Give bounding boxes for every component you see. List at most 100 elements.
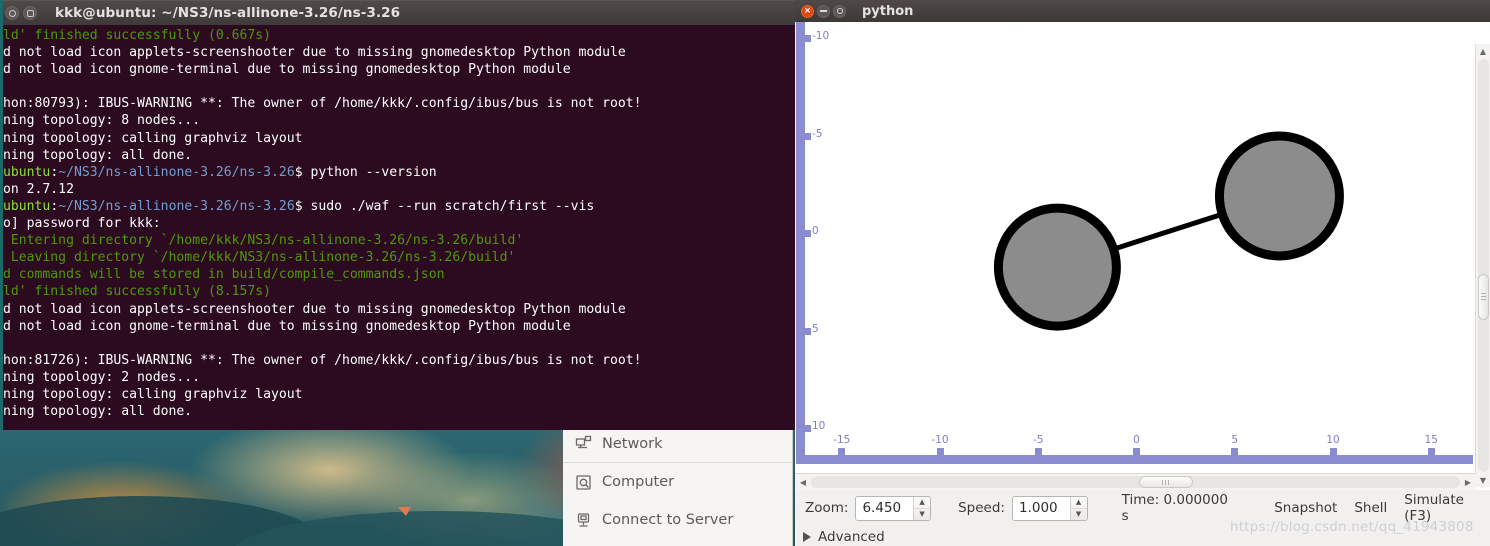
topology-canvas[interactable]: -10 -5 0 5 10 -15 -10 -5 0 5 10 15 xyxy=(795,22,1490,490)
y-tick-label: 10 xyxy=(812,420,826,432)
speed-stepper-buttons[interactable]: ▲ ▼ xyxy=(1069,496,1087,520)
terminal-line: ld' finished successfully (8.157s) xyxy=(3,284,272,300)
terminal-output[interactable]: ld' finished successfully (0.667s) d not … xyxy=(3,25,795,430)
y-axis xyxy=(796,22,805,464)
horizontal-scroll-thumb[interactable] xyxy=(1138,476,1193,488)
zoom-label: Zoom: xyxy=(805,500,849,516)
terminal-window-controls[interactable] xyxy=(5,6,37,20)
screen-root: Network Computer Connect to Server kkk@u… xyxy=(0,0,1490,546)
terminal-minimize-button[interactable] xyxy=(5,6,19,20)
horizontal-scrollbar[interactable]: ◀ ▶ xyxy=(795,473,1476,490)
computer-icon xyxy=(575,474,592,491)
terminal-maximize-button[interactable] xyxy=(23,6,37,20)
netanim-toolbar: Zoom: 6.450 ▲ ▼ Speed: 1.000 ▲ ▼ Time: 0… xyxy=(795,490,1490,526)
advanced-label: Advanced xyxy=(818,529,885,545)
zoom-input[interactable]: 6.450 xyxy=(856,496,914,520)
y-tick: 5 xyxy=(805,323,819,335)
y-tick: 0 xyxy=(805,225,819,237)
scroll-left-icon[interactable]: ◀ xyxy=(795,474,811,491)
zoom-increment-icon[interactable]: ▲ xyxy=(914,497,931,509)
terminal-line: ning topology: 8 nodes... xyxy=(3,113,201,129)
terminal-line: hon:80793): IBUS-WARNING **: The owner o… xyxy=(3,96,642,112)
sidebar-item-connect-to-server[interactable]: Connect to Server xyxy=(563,501,792,539)
vertical-scrollbar[interactable]: ▲ ▼ xyxy=(1475,44,1490,487)
x-tick: 10 xyxy=(1326,434,1340,455)
shell-button[interactable]: Shell xyxy=(1354,500,1387,516)
y-tick-label: -5 xyxy=(812,127,823,140)
horizontal-scroll-track[interactable] xyxy=(811,476,1460,488)
zoom-decrement-icon[interactable]: ▼ xyxy=(914,509,930,520)
terminal-line: ning topology: all done. xyxy=(3,404,193,420)
y-tick-label: -10 xyxy=(812,30,830,42)
network-icon xyxy=(575,435,592,452)
sidebar-item-network[interactable]: Network xyxy=(563,425,792,463)
terminal-window: kkk@ubuntu: ~/NS3/ns-allinone-3.26/ns-3.… xyxy=(0,0,795,430)
terminal-line: on 2.7.12 xyxy=(3,181,74,197)
terminal-line: Entering directory `/home/kkk/NS3/ns-all… xyxy=(3,233,524,249)
close-icon[interactable]: × xyxy=(801,4,814,18)
maximize-icon[interactable] xyxy=(833,4,846,18)
x-tick-label: -15 xyxy=(833,434,851,446)
scroll-right-icon[interactable]: ▶ xyxy=(1460,474,1476,491)
simulation-time-text: Time: 0.000000 s xyxy=(1121,492,1228,524)
x-tick: -10 xyxy=(931,434,949,455)
sidebar-item-computer-label: Computer xyxy=(602,474,675,490)
zoom-stepper[interactable]: 6.450 ▲ ▼ xyxy=(855,495,932,521)
scroll-up-icon[interactable]: ▲ xyxy=(1476,44,1490,58)
x-tick-label: -10 xyxy=(931,434,949,446)
advanced-disclosure[interactable]: Advanced xyxy=(795,528,1490,546)
terminal-line: d not load icon gnome-terminal due to mi… xyxy=(3,62,571,78)
terminal-titlebar[interactable]: kkk@ubuntu: ~/NS3/ns-allinone-3.26/ns-3.… xyxy=(3,0,795,25)
x-axis xyxy=(796,455,1473,464)
minimize-icon[interactable] xyxy=(817,4,830,18)
netanim-title: python xyxy=(862,3,914,19)
x-tick-label: -5 xyxy=(1033,434,1044,446)
netanim-titlebar[interactable]: × python xyxy=(795,0,1490,22)
topology-node[interactable] xyxy=(993,203,1121,331)
x-tick: 5 xyxy=(1231,434,1239,455)
terminal-line: d not load icon applets-screenshooter du… xyxy=(3,45,626,61)
chevron-right-icon xyxy=(803,532,811,542)
topology-graphics xyxy=(993,131,1344,331)
zoom-stepper-buttons[interactable]: ▲ ▼ xyxy=(913,496,931,520)
terminal-line: d not load icon applets-screenshooter du… xyxy=(3,301,626,317)
y-tick-label: 5 xyxy=(812,322,819,335)
snapshot-button[interactable]: Snapshot xyxy=(1274,500,1337,516)
netanim-window-controls[interactable]: × xyxy=(801,4,846,18)
speed-increment-icon[interactable]: ▲ xyxy=(1070,497,1087,509)
simulate-button[interactable]: Simulate (F3) xyxy=(1404,492,1490,524)
x-tick: -5 xyxy=(1033,434,1043,455)
terminal-line: ning topology: 2 nodes... xyxy=(3,369,201,385)
terminal-line: ubuntu:~/NS3/ns-allinone-3.26/ns-3.26$ s… xyxy=(3,198,595,214)
topology-node[interactable] xyxy=(1214,131,1344,261)
server-icon xyxy=(575,512,592,529)
sidebar-item-connect-to-server-label: Connect to Server xyxy=(602,512,734,528)
terminal-line: hon:81726): IBUS-WARNING **: The owner o… xyxy=(3,352,642,368)
y-tick: 10 xyxy=(805,420,825,432)
speed-stepper[interactable]: 1.000 ▲ ▼ xyxy=(1011,495,1088,521)
y-tick: -5 xyxy=(805,128,822,140)
terminal-title: kkk@ubuntu: ~/NS3/ns-allinone-3.26/ns-3.… xyxy=(55,5,401,21)
scroll-down-icon[interactable]: ▼ xyxy=(1476,473,1490,487)
terminal-line: ld' finished successfully (0.667s) xyxy=(3,28,272,43)
x-tick-label: 0 xyxy=(1133,434,1140,446)
terminal-line: d commands will be stored in build/compi… xyxy=(3,267,445,283)
x-tick-label: 5 xyxy=(1231,434,1239,446)
speed-input[interactable]: 1.000 xyxy=(1012,496,1070,520)
terminal-line: ubuntu:~/NS3/ns-allinone-3.26/ns-3.26$ p… xyxy=(3,164,437,180)
file-manager-sidebar: Network Computer Connect to Server xyxy=(563,425,793,546)
y-tick-label: 0 xyxy=(812,225,819,237)
sidebar-item-network-label: Network xyxy=(602,435,663,452)
sidebar-item-computer[interactable]: Computer xyxy=(563,463,792,501)
speed-label: Speed: xyxy=(958,500,1005,516)
x-tick: -15 xyxy=(833,434,850,455)
vertical-scroll-thumb[interactable] xyxy=(1477,273,1489,320)
speed-decrement-icon[interactable]: ▼ xyxy=(1071,509,1087,520)
vertical-scroll-track[interactable] xyxy=(1477,59,1489,472)
terminal-line: o] password for kkk: xyxy=(3,216,161,232)
wallpaper-accent-shape xyxy=(398,507,411,516)
terminal-line: ning topology: calling graphviz layout xyxy=(3,386,303,402)
netanim-canvas-wrap: -10 -5 0 5 10 -15 -10 -5 0 5 10 15 ▲ ▼ ◀ ▶ xyxy=(795,22,1490,490)
